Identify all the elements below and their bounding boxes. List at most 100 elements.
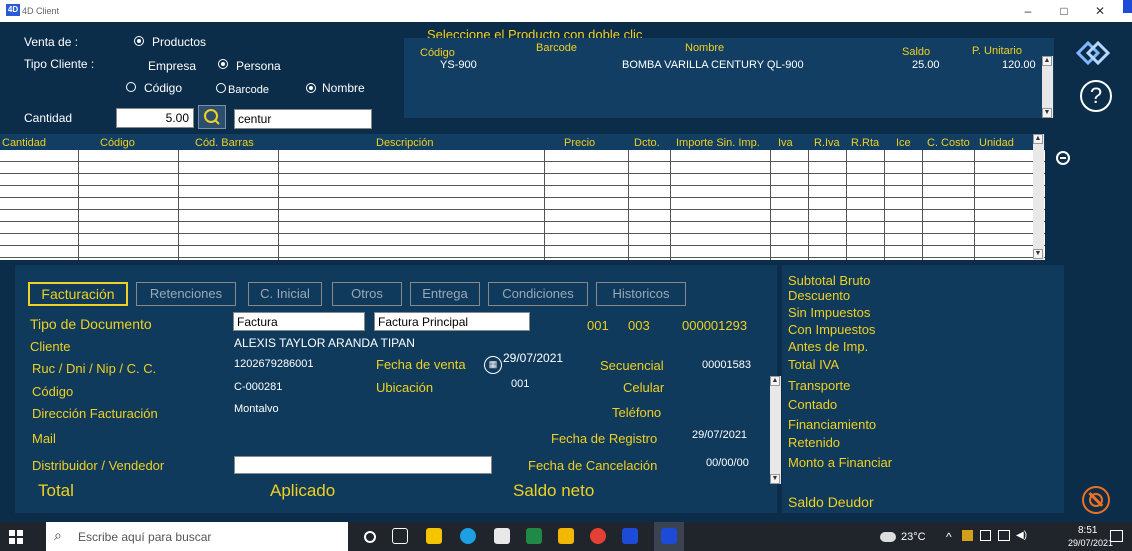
telefono-label: Teléfono (612, 405, 662, 420)
summary-descuento: Descuento (788, 288, 851, 303)
grid-col-header[interactable]: C. Costo (927, 137, 970, 149)
4d-client-taskbar-button[interactable] (654, 522, 684, 551)
grid-col-header[interactable]: Precio (564, 137, 595, 149)
excel-icon[interactable] (526, 528, 542, 544)
grid-col-header[interactable]: Código (100, 137, 135, 149)
grid-row[interactable] (0, 246, 1045, 258)
maximize-button[interactable]: □ (1046, 2, 1082, 20)
tab-entrega[interactable]: Entrega (410, 282, 480, 306)
product-search-input[interactable]: centur (234, 109, 372, 129)
product-saldo: 25.00 (912, 59, 940, 71)
taskbar: ⌕ Escribe aquí para buscar 23°C ^ ◀) 8:5… (0, 522, 1132, 551)
product-result-row[interactable]: YS-900 BOMBA VARILLA CENTURY QL-900 25.0… (410, 58, 1040, 72)
ubicacion-label: Ubicación (376, 380, 434, 395)
grid-col-header[interactable]: Importe Sin. Imp. (676, 137, 760, 149)
form-scroll-up-icon[interactable]: ▲ (770, 376, 780, 386)
tab-otros[interactable]: Otros (332, 282, 402, 306)
mail-icon[interactable] (494, 528, 510, 544)
tab-c-inicial[interactable]: C. Inicial (248, 282, 322, 306)
help-icon[interactable]: ? (1080, 80, 1112, 112)
items-grid[interactable]: Cantidad Código Cód. Barras Descripción Prec… (0, 134, 1045, 260)
network-icon[interactable] (980, 530, 991, 541)
edge-icon[interactable] (460, 528, 476, 544)
grid-col-header[interactable]: Ice (896, 137, 911, 149)
grid-row[interactable] (0, 150, 1045, 162)
grid-row[interactable] (0, 162, 1045, 174)
tab-retenciones[interactable]: Retenciones (136, 282, 236, 306)
scroll-up-arrow-icon[interactable]: ▲ (1042, 56, 1052, 66)
tab-condiciones[interactable]: Condiciones (488, 282, 588, 306)
grid-col-header[interactable]: Cód. Barras (195, 137, 254, 149)
grid-row[interactable] (0, 222, 1045, 234)
tab-facturaci-n[interactable]: Facturación (28, 282, 128, 306)
tab-historicos[interactable]: Historicos (596, 282, 686, 306)
task-view-icon[interactable] (392, 528, 408, 544)
minimize-button[interactable]: – (1010, 2, 1046, 20)
fecha-venta-label: Fecha de venta (376, 357, 466, 372)
search-icon (204, 109, 220, 125)
distribuidor-input[interactable] (234, 456, 492, 474)
notifications-icon[interactable] (1110, 530, 1123, 542)
weather-icon (880, 532, 896, 542)
store-icon[interactable] (426, 528, 442, 544)
persona-radio[interactable] (218, 59, 228, 69)
grid-scroll-up-icon[interactable]: ▲ (1033, 134, 1043, 144)
battery-icon[interactable] (998, 530, 1010, 541)
taskbar-search-box[interactable]: ⌕ Escribe aquí para buscar (46, 522, 348, 551)
ruc-label: Ruc / Dni / Nip / C. C. (32, 361, 157, 376)
tray-app-icon[interactable] (962, 530, 973, 541)
grid-col-header[interactable]: Unidad (979, 137, 1014, 149)
tipo-documento-label: Tipo de Documento (30, 316, 152, 332)
window-title: 4D Client (22, 6, 60, 16)
grid-row[interactable] (0, 210, 1045, 222)
remove-line-icon[interactable] (1056, 151, 1070, 165)
cliente-label: Cliente (30, 339, 71, 354)
calendar-icon[interactable]: ▦ (484, 356, 502, 374)
grid-col-header[interactable]: Descripción (376, 137, 433, 149)
grid-row[interactable] (0, 234, 1045, 246)
grid-scroll-down-icon[interactable]: ▼ (1033, 249, 1043, 259)
grid-row[interactable] (0, 174, 1045, 186)
persona-label: Persona (236, 59, 281, 73)
grid-scrollbar[interactable] (1033, 134, 1044, 260)
form-scrollbar[interactable] (770, 376, 781, 484)
4d-app-icon[interactable] (622, 528, 638, 544)
grid-col-header[interactable]: R.Rta (851, 137, 879, 149)
close-button[interactable]: ✕ (1082, 2, 1118, 20)
cancel-circle-icon[interactable] (1082, 486, 1110, 514)
total-label: Total (38, 481, 74, 500)
form-scroll-down-icon[interactable]: ▼ (770, 474, 780, 484)
grid-row[interactable] (0, 186, 1045, 198)
grid-header: Cantidad Código Cód. Barras Descripción Prec… (0, 134, 1045, 150)
grid-row[interactable] (0, 198, 1045, 210)
secuencial-label: Secuencial (600, 358, 664, 373)
productos-radio[interactable] (134, 36, 144, 46)
grid-col-header[interactable]: Iva (778, 137, 793, 149)
grid-col-header[interactable]: Dcto. (634, 137, 660, 149)
windows-start-icon[interactable] (9, 530, 23, 544)
cortana-icon[interactable] (364, 531, 376, 543)
col-p-unitario: P. Unitario (972, 45, 1022, 57)
barcode-radio[interactable] (216, 83, 226, 93)
title-bar: 4D 4D Client – □ ✕ (0, 0, 1132, 22)
codigo-label: Código (32, 384, 74, 399)
chrome-icon[interactable] (590, 528, 606, 544)
volume-icon[interactable]: ◀) (1016, 531, 1027, 541)
tray-chevron-icon[interactable]: ^ (946, 531, 952, 543)
barcode-radio-label: Barcode (228, 84, 269, 96)
nombre-radio[interactable] (306, 83, 316, 93)
scroll-down-arrow-icon[interactable]: ▼ (1042, 108, 1052, 118)
codigo-radio[interactable] (126, 82, 136, 92)
tipo-documento-input[interactable]: Factura (233, 312, 365, 331)
summary-saldo-deudor: Saldo Deudor (788, 494, 874, 510)
tipo-cliente-label: Tipo Cliente : (24, 57, 95, 71)
summary-monto-a-financiar: Monto a Financiar (788, 455, 893, 470)
tipo-documento-detail-input[interactable]: Factura Principal (374, 312, 530, 331)
grid-col-header[interactable]: Cantidad (2, 137, 46, 149)
search-glass-icon: ⌕ (54, 527, 62, 543)
grid-col-header[interactable]: R.Iva (814, 137, 840, 149)
file-explorer-icon[interactable] (558, 528, 574, 544)
search-button[interactable] (198, 105, 226, 129)
cantidad-input[interactable]: 5.00 (116, 108, 194, 128)
window-corner-accent (1123, 0, 1132, 13)
